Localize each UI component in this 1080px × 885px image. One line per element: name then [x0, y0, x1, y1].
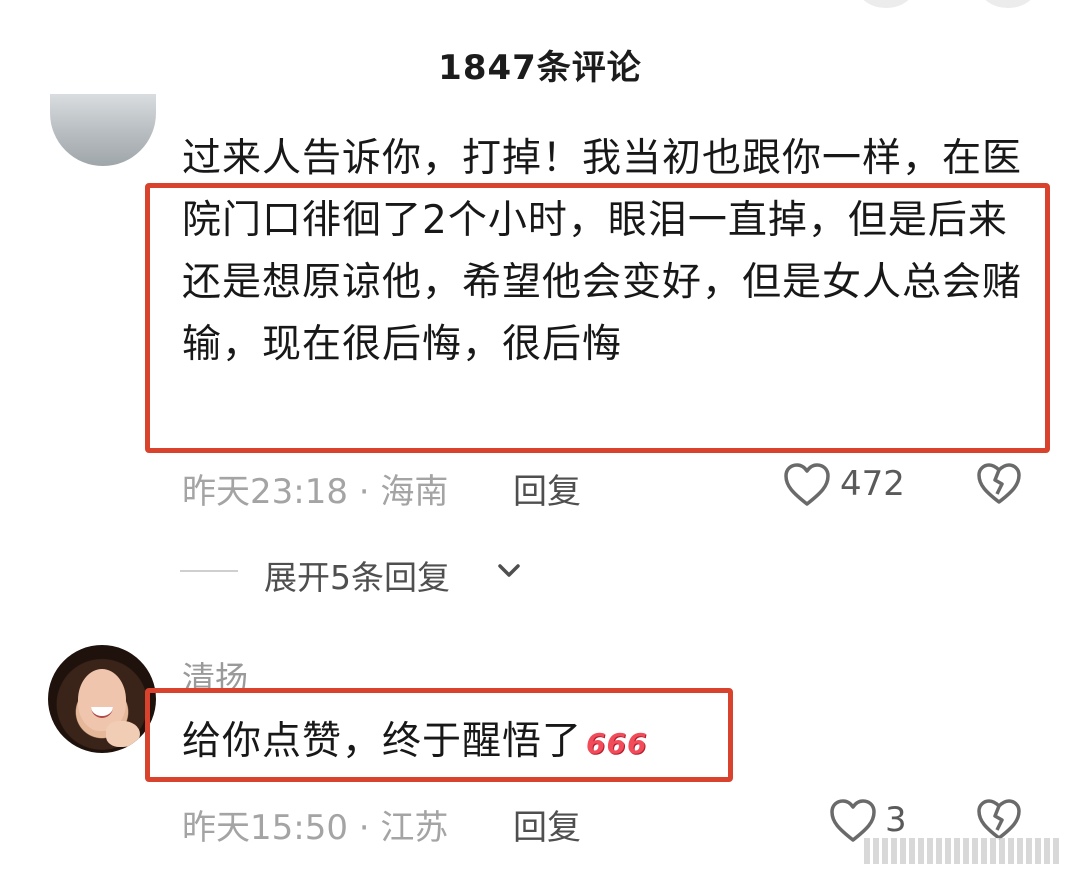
comment-meta: 昨天15:50 · 江苏 — [182, 808, 449, 848]
avatar-hand — [106, 721, 140, 747]
top-close-icon[interactable] — [980, 0, 1036, 8]
broken-heart-icon[interactable] — [976, 798, 1022, 842]
like-count: 3 — [885, 800, 907, 840]
watermark — [864, 838, 1060, 864]
avatar[interactable] — [48, 645, 156, 753]
top-action-icon[interactable] — [858, 0, 914, 8]
divider-line — [180, 570, 238, 572]
chevron-down-icon — [498, 564, 520, 577]
avatar[interactable] — [50, 94, 156, 166]
highlight-box — [145, 183, 1050, 453]
expand-replies-label: 展开5条回复 — [264, 558, 450, 597]
broken-heart-icon[interactable] — [976, 462, 1022, 506]
comment-meta: 昨天23:18 · 海南 — [182, 472, 449, 512]
like-count: 472 — [840, 464, 905, 504]
reply-button[interactable]: 回复 — [513, 464, 581, 513]
heart-outline-icon[interactable] — [783, 462, 831, 508]
reply-button[interactable]: 回复 — [513, 800, 581, 849]
comment-count-title: 1847条评论 — [438, 48, 642, 88]
highlight-box — [145, 688, 733, 782]
